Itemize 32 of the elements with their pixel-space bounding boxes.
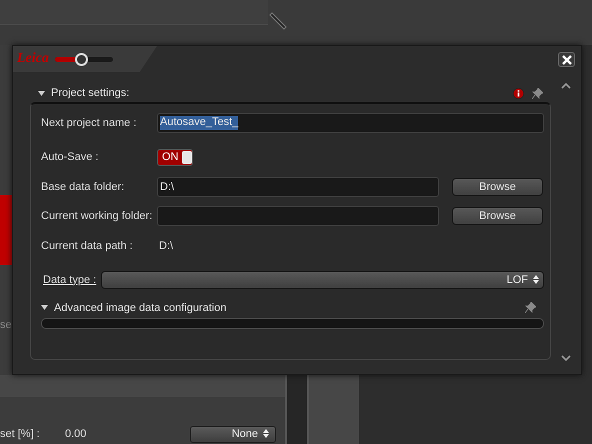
toggle-switch[interactable]: ON [157,148,193,166]
field-label: Base data folder: [41,180,126,192]
collapse-arrow-icon[interactable] [38,90,45,96]
field-label: Auto-Save : [41,151,100,163]
browse-button[interactable]: Browse [452,207,543,225]
path-value: D:\ [159,240,174,252]
slider-thumb[interactable] [74,52,88,66]
updown-arrows-icon [533,274,539,284]
dropdown[interactable]: None [190,426,276,442]
browse-button[interactable]: Browse [452,178,543,196]
field-label: Data type : [43,274,98,286]
collapse-arrow-icon[interactable] [41,304,48,311]
dropdown[interactable]: LOF [101,270,544,288]
input-field[interactable]: D:\ [157,176,439,196]
field-label: Next project name : [41,117,138,129]
updown-arrows-icon [263,429,269,438]
input-field[interactable] [157,206,439,226]
field-label: se [0,319,12,331]
pin-icon[interactable] [532,88,543,98]
logo: Leica [17,51,49,67]
field-label: Current data path : [41,240,134,252]
field-label: Current working folder: [41,210,154,222]
section-title: Advanced image data configuration [54,302,226,314]
scroll-down-icon[interactable] [561,355,571,362]
offset-value: 0.00 [65,428,88,440]
scroll-up-icon[interactable] [561,82,571,89]
offset-label: set [%] : [0,428,41,440]
pin-icon[interactable] [525,302,536,313]
splitter-handle[interactable] [268,11,288,31]
section-title: Project settings: [51,87,130,99]
info-icon[interactable] [513,88,524,98]
close-button[interactable] [558,52,575,67]
